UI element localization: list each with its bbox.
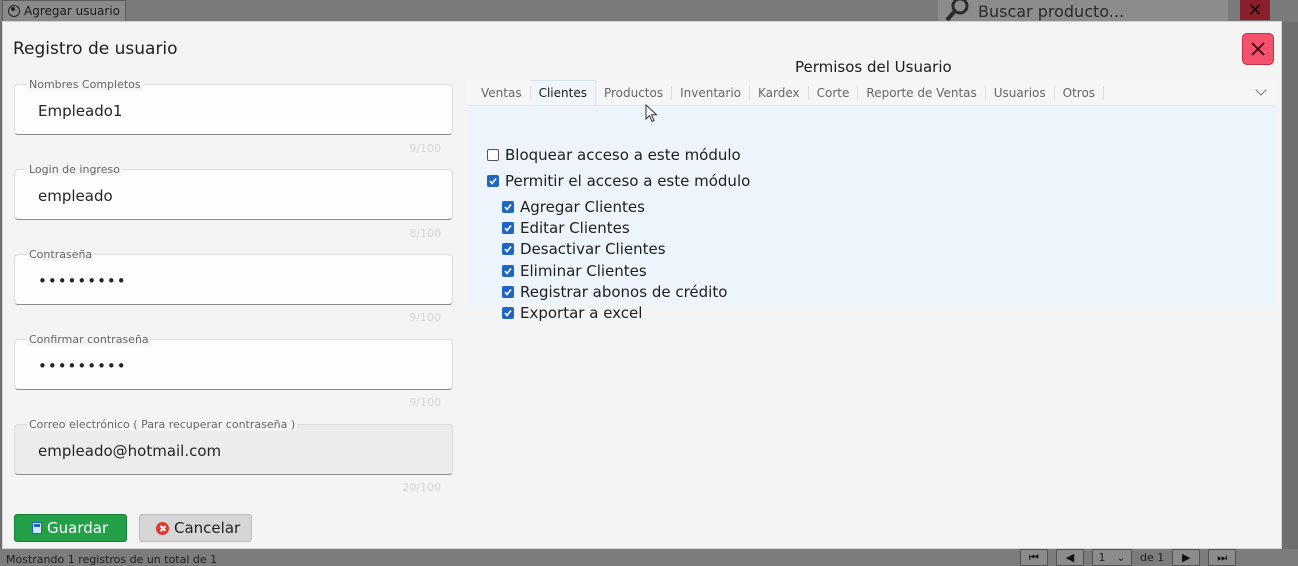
checkbox-checked-icon <box>502 201 514 213</box>
option-label: Exportar a excel <box>520 304 643 322</box>
tab-ventas[interactable]: Ventas <box>473 85 531 100</box>
option-label: Editar Clientes <box>520 219 630 237</box>
prev-page-button[interactable]: ◀ <box>1056 549 1084 566</box>
tab-inventario[interactable]: Inventario <box>672 85 751 100</box>
block-access-label: Bloquear acceso a este módulo <box>505 146 741 164</box>
checkbox-checked-icon <box>502 307 514 319</box>
login-field[interactable]: Login de ingreso empleado <box>14 163 453 220</box>
last-page-button[interactable]: ⏭ <box>1208 549 1237 566</box>
save-icon <box>32 522 42 534</box>
option-registrar-abonos[interactable]: Registrar abonos de crédito <box>502 283 727 301</box>
permissions-tabs: Ventas Clientes Productos Inventario Kar… <box>467 80 1275 106</box>
cancel-button[interactable]: Cancelar <box>139 514 252 542</box>
option-label: Desactivar Clientes <box>520 240 666 258</box>
status-text: Mostrando 1 registros de un total de 1 <box>6 553 218 566</box>
option-label: Agregar Clientes <box>520 198 645 216</box>
checkbox-unchecked-icon <box>487 149 499 161</box>
user-icon <box>8 5 20 17</box>
checkbox-checked-icon <box>487 175 499 187</box>
save-button[interactable]: Guardar <box>14 514 127 542</box>
chevron-down-icon: ⌄ <box>1116 551 1126 564</box>
dialog-title: Registro de usuario <box>13 39 178 59</box>
permissions-title: Permisos del Usuario <box>795 58 952 76</box>
option-desactivar-clientes[interactable]: Desactivar Clientes <box>502 240 666 258</box>
option-agregar-clientes[interactable]: Agregar Clientes <box>502 198 645 216</box>
checkbox-checked-icon <box>502 243 514 255</box>
close-icon <box>1251 42 1265 56</box>
dialog-close-button[interactable] <box>1242 33 1274 65</box>
option-label: Eliminar Clientes <box>520 262 647 280</box>
password-value: ••••••••• <box>38 272 127 290</box>
allow-access-label: Permitir el acceso a este módulo <box>505 172 751 190</box>
tab-otros[interactable]: Otros <box>1055 85 1105 100</box>
cancel-icon <box>156 521 169 535</box>
email-field[interactable]: Correo electrónico ( Para recuperar cont… <box>14 418 453 475</box>
confirm-password-counter: 9/100 <box>409 396 441 409</box>
add-user-button[interactable]: Agregar usuario <box>2 0 127 22</box>
app-close-button[interactable]: ✕ <box>1240 0 1270 21</box>
first-page-button[interactable]: ⏮ <box>1020 549 1048 566</box>
full-name-label: Nombres Completos <box>27 78 143 91</box>
search-bar[interactable]: Buscar producto... <box>938 0 1228 22</box>
checkbox-checked-icon <box>502 286 514 298</box>
checkbox-checked-icon <box>502 222 514 234</box>
checkbox-checked-icon <box>502 265 514 277</box>
full-name-value: Empleado1 <box>38 102 123 120</box>
page-total: de 1 <box>1140 551 1165 564</box>
page-select[interactable]: 1 ⌄ <box>1092 549 1132 566</box>
password-field[interactable]: Contraseña ••••••••• <box>14 248 453 305</box>
email-value: empleado@hotmail.com <box>38 442 222 460</box>
option-editar-clientes[interactable]: Editar Clientes <box>502 219 630 237</box>
cancel-label: Cancelar <box>174 519 241 537</box>
tab-usuarios[interactable]: Usuarios <box>986 85 1055 100</box>
full-name-counter: 9/100 <box>409 142 441 155</box>
pager: ⏮ ◀ 1 ⌄ de 1 ▶ ⏭ <box>1020 549 1237 566</box>
full-name-field[interactable]: Nombres Completos Empleado1 <box>14 78 453 135</box>
email-counter: 20/100 <box>402 481 441 494</box>
next-page-button[interactable]: ▶ <box>1172 549 1201 566</box>
search-icon <box>945 0 969 22</box>
tab-corte[interactable]: Corte <box>809 85 859 100</box>
confirm-password-field[interactable]: Confirmar contraseña ••••••••• <box>14 333 453 390</box>
confirm-password-label: Confirmar contraseña <box>27 333 151 346</box>
option-exportar-excel[interactable]: Exportar a excel <box>502 304 642 322</box>
login-value: empleado <box>38 187 113 205</box>
tab-clientes[interactable]: Clientes <box>530 80 596 105</box>
tab-reporte-de-ventas[interactable]: Reporte de Ventas <box>858 85 986 100</box>
password-counter: 9/100 <box>409 311 441 324</box>
add-user-label: Agregar usuario <box>24 4 121 18</box>
login-label: Login de ingreso <box>27 163 122 176</box>
save-label: Guardar <box>47 519 109 537</box>
login-counter: 8/100 <box>409 227 441 240</box>
search-placeholder: Buscar producto... <box>978 1 1125 21</box>
page-number: 1 <box>1098 551 1106 564</box>
tab-kardex[interactable]: Kardex <box>750 85 809 100</box>
allow-access-checkbox[interactable]: Permitir el acceso a este módulo <box>487 172 750 190</box>
option-label: Registrar abonos de crédito <box>520 283 728 301</box>
chevron-down-icon[interactable] <box>1255 84 1267 96</box>
block-access-checkbox[interactable]: Bloquear acceso a este módulo <box>487 146 741 164</box>
mouse-cursor-icon <box>645 104 658 123</box>
confirm-password-value: ••••••••• <box>38 357 127 375</box>
password-label: Contraseña <box>27 248 95 261</box>
option-eliminar-clientes[interactable]: Eliminar Clientes <box>502 262 647 280</box>
tab-productos[interactable]: Productos <box>596 85 673 100</box>
email-label: Correo electrónico ( Para recuperar cont… <box>27 418 298 431</box>
